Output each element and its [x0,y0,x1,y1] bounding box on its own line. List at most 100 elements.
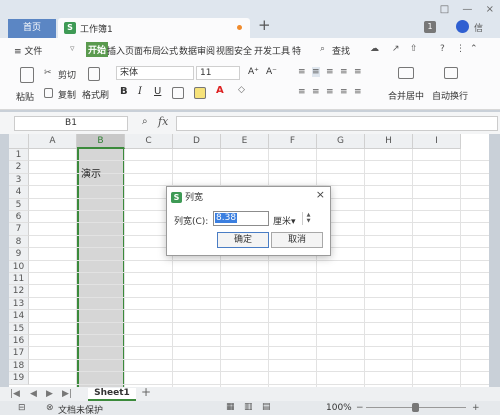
font-name-select[interactable]: 宋体 [116,66,194,80]
restore-button[interactable]: □ [440,4,449,15]
menu-data[interactable]: 数据 [179,44,197,57]
add-sheet-button[interactable]: + [141,385,151,399]
menu-insert[interactable]: 插入 [107,44,125,57]
row-header-5[interactable]: 5 [9,198,29,211]
zoom-out-icon[interactable]: − [356,403,364,413]
align-center-icon[interactable]: ≡ [354,67,362,77]
unit-select[interactable]: 厘米▾ [273,214,296,227]
row-header-7[interactable]: 7 [9,223,29,236]
align-left-icon[interactable]: ≡ [340,67,348,77]
tab-workbook[interactable]: S 工作簿1 [58,18,250,38]
row-header-15[interactable]: 15 [9,322,29,335]
menu-review[interactable]: 审阅 [197,44,215,57]
zoom-lookup-icon[interactable]: ⌕ [142,116,148,127]
column-header-g[interactable]: G [317,134,365,149]
copy-button[interactable]: 复制 [58,88,76,101]
font-color-icon[interactable]: A [216,85,224,96]
column-header-f[interactable]: F [269,134,317,149]
column-header-b[interactable]: B [77,134,125,149]
search-icon[interactable]: ⌕ [320,44,325,54]
upload-icon[interactable]: ⇧ [410,44,418,54]
prev-sheet-icon[interactable]: ◀ [30,389,37,399]
row-header-10[interactable]: 10 [9,260,29,273]
row-header-9[interactable]: 9 [9,248,29,261]
last-sheet-icon[interactable]: ▶| [62,389,72,399]
cloud-icon[interactable]: ☁ [370,44,379,54]
column-header-i[interactable]: I [413,134,461,149]
copy-icon[interactable] [44,88,53,98]
eraser-icon[interactable]: ◇ [238,85,245,95]
paste-icon[interactable] [20,67,34,83]
name-box[interactable]: B1 [14,116,128,131]
cancel-button[interactable]: 取消 [271,232,323,248]
row-header-12[interactable]: 12 [9,285,29,298]
wrap-text-icon[interactable] [444,67,458,79]
fill-color-icon[interactable] [194,87,206,99]
row-header-6[interactable]: 6 [9,211,29,224]
zoom-in-icon[interactable]: + [472,403,480,413]
tab-home[interactable]: 首页 [8,19,56,38]
ok-button[interactable]: 确定 [217,232,269,248]
menu-formulas[interactable]: 公式 [160,44,178,57]
scissors-icon[interactable]: ✂ [44,68,52,78]
zoom-slider-thumb[interactable] [412,403,419,412]
font-grow-button[interactable]: A⁺ [248,67,259,77]
row-header-8[interactable]: 8 [9,235,29,249]
dialog-close-button[interactable]: × [316,188,325,201]
cell-b2[interactable]: 演示 [81,165,101,180]
collapse-ribbon-icon[interactable]: ⌃ [470,44,478,54]
macro-icon[interactable]: ⊟ [18,403,26,413]
share-icon[interactable]: ↗ [392,44,400,54]
zoom-level[interactable]: 100% [326,403,352,413]
text-right-icon[interactable]: ≡ [326,87,334,97]
row-header-17[interactable]: 17 [9,347,29,360]
italic-button[interactable]: I [138,86,142,97]
menu-home[interactable]: 开始 [86,42,109,57]
merge-icon[interactable] [398,67,414,79]
underline-button[interactable]: U [154,86,161,97]
row-header-1[interactable]: 1 [9,149,29,162]
align-bottom-icon[interactable]: ≡ [326,67,334,77]
row-header-2[interactable]: 2 [9,161,29,174]
row-header-19[interactable]: 19 [9,372,29,385]
row-header-16[interactable]: 16 [9,335,29,348]
notification-badge[interactable]: 1 [424,21,436,33]
sheet-tab-sheet1[interactable]: Sheet1 [88,388,136,401]
align-top-icon[interactable]: ≡ [298,67,306,77]
help-icon[interactable]: ? [440,44,445,54]
menu-security[interactable]: 安全 [234,44,252,57]
column-header-e[interactable]: E [221,134,269,149]
border-icon[interactable] [172,87,184,99]
menu-page-layout[interactable]: 页面布局 [125,44,161,57]
spinner[interactable]: ▲ ▼ [302,212,314,225]
column-width-input[interactable]: 8.38 ▲ ▼ [213,211,310,226]
search-button[interactable]: 查找 [332,44,350,57]
more-icon[interactable]: ⋮ [456,44,465,54]
font-shrink-button[interactable]: A⁻ [266,67,277,77]
avatar[interactable] [456,20,469,33]
row-header-13[interactable]: 13 [9,297,29,311]
distribute-icon[interactable]: ≡ [354,87,362,97]
text-left-icon[interactable]: ≡ [298,87,306,97]
row-header-18[interactable]: 18 [9,359,29,373]
protect-status[interactable]: 文档未保护 [58,403,103,415]
row-header-4[interactable]: 4 [9,186,29,199]
first-sheet-icon[interactable]: |◀ [10,389,20,399]
column-width-value[interactable]: 8.38 [215,213,238,223]
format-painter-icon[interactable] [88,67,100,81]
user-name[interactable]: 信 [474,21,483,34]
fx-icon[interactable]: fx [158,115,168,128]
column-header-h[interactable]: H [365,134,413,149]
row-header-14[interactable]: 14 [9,310,29,323]
column-header-c[interactable]: C [125,134,173,149]
wrap-text-button[interactable]: 自动换行 [432,89,468,102]
sheet-grid[interactable]: ABCDEFGHI 1 2 3 4 5 6 7 8 9 10 11 12 13 14 15 16 17 18 19 … [9,134,489,387]
column-header-d[interactable]: D [173,134,221,149]
align-middle-icon[interactable]: ≡ [312,67,320,77]
paste-button[interactable]: 粘贴 [16,90,34,103]
merge-center-button[interactable]: 合并居中 [388,89,424,102]
format-painter-button[interactable]: 格式刷 [82,88,109,101]
add-tab-button[interactable]: + [258,16,271,34]
column-header-a[interactable]: A [29,134,77,149]
file-menu[interactable]: ≡ 文件 [14,44,42,57]
